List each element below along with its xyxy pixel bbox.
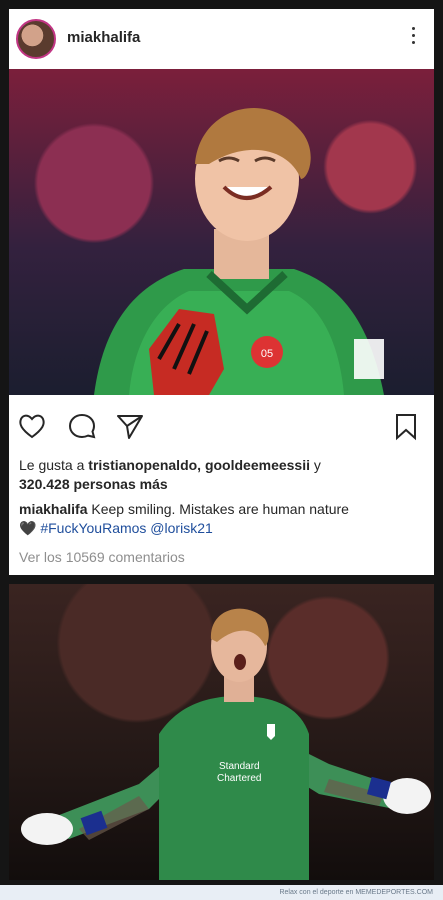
post-username[interactable]: miakhalifa [67, 29, 140, 46]
caption: miakhalifa Keep smiling. Mistakes are hu… [19, 500, 424, 538]
footer-text: Relax con el deporte en MEMEDEPORTES.COM [279, 889, 433, 896]
goalkeeper-photo-illustration: 05 [94, 107, 384, 395]
watermark-footer: Relax con el deporte en MEMEDEPORTES.COM [0, 885, 443, 900]
caption-username[interactable]: miakhalifa [19, 501, 87, 517]
avatar[interactable] [16, 19, 56, 59]
comment-icon[interactable] [67, 411, 97, 441]
share-icon[interactable] [115, 411, 145, 441]
heart-icon[interactable] [17, 411, 47, 441]
likes-count[interactable]: 320.428 personas más [19, 476, 168, 492]
instagram-post-card: miakhalifa 05 Le gusta a tristianopenald… [9, 9, 434, 575]
more-vert-icon[interactable] [410, 27, 416, 49]
likes-conj: y [310, 457, 321, 473]
svg-text:05: 05 [261, 348, 273, 360]
goalkeeper-liverpool-illustration: Standard Chartered [21, 608, 431, 880]
caption-tags[interactable]: #FuckYouRamos @lorisk21 [40, 520, 212, 536]
post-text: Le gusta a tristianopenaldo, gooldeemees… [19, 456, 424, 538]
black-heart-icon: 🖤 [19, 520, 37, 536]
bookmark-icon[interactable] [391, 411, 421, 441]
post-actions [9, 405, 434, 445]
post-header: miakhalifa [9, 9, 434, 69]
post-photo: 05 [9, 69, 434, 395]
view-comments-link[interactable]: Ver los 10569 comentarios [19, 549, 185, 565]
likers[interactable]: tristianopenaldo, gooldeemeessii [88, 457, 310, 473]
caption-text: Keep smiling. Mistakes are human nature [87, 501, 349, 517]
likes-line[interactable]: Le gusta a tristianopenaldo, gooldeemees… [19, 456, 424, 494]
svg-text:Chartered: Chartered [217, 773, 261, 784]
likes-prefix: Le gusta a [19, 457, 89, 473]
second-photo: Standard Chartered [9, 584, 434, 880]
svg-text:Standard: Standard [219, 761, 260, 772]
